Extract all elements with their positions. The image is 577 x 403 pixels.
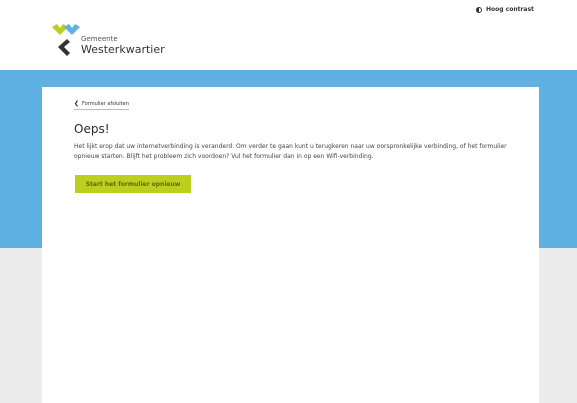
close-form-label: Formulier afsluiten bbox=[82, 100, 129, 107]
site-header: Hoog contrast Gemeente Westerkwartier bbox=[0, 0, 577, 70]
close-form-link[interactable]: ❮ Formulier afsluiten bbox=[74, 101, 129, 110]
municipality-logo[interactable]: Gemeente Westerkwartier bbox=[51, 23, 181, 63]
contrast-icon bbox=[476, 6, 482, 13]
restart-form-button[interactable]: Start het formulier opnieuw bbox=[75, 175, 191, 193]
page-title: Oeps! bbox=[74, 122, 110, 136]
chevron-left-icon: ❮ bbox=[74, 100, 80, 107]
logo-big-text: Westerkwartier bbox=[81, 43, 165, 56]
error-message: Het lijkt erop dat uw internetverbinding… bbox=[74, 143, 507, 160]
high-contrast-toggle[interactable]: Hoog contrast bbox=[476, 6, 534, 13]
logo-mark-icon bbox=[52, 24, 80, 56]
high-contrast-label: Hoog contrast bbox=[486, 6, 534, 13]
logo-small-text: Gemeente bbox=[81, 35, 118, 43]
form-card: ❮ Formulier afsluiten Oeps! Het lijkt er… bbox=[42, 87, 539, 403]
